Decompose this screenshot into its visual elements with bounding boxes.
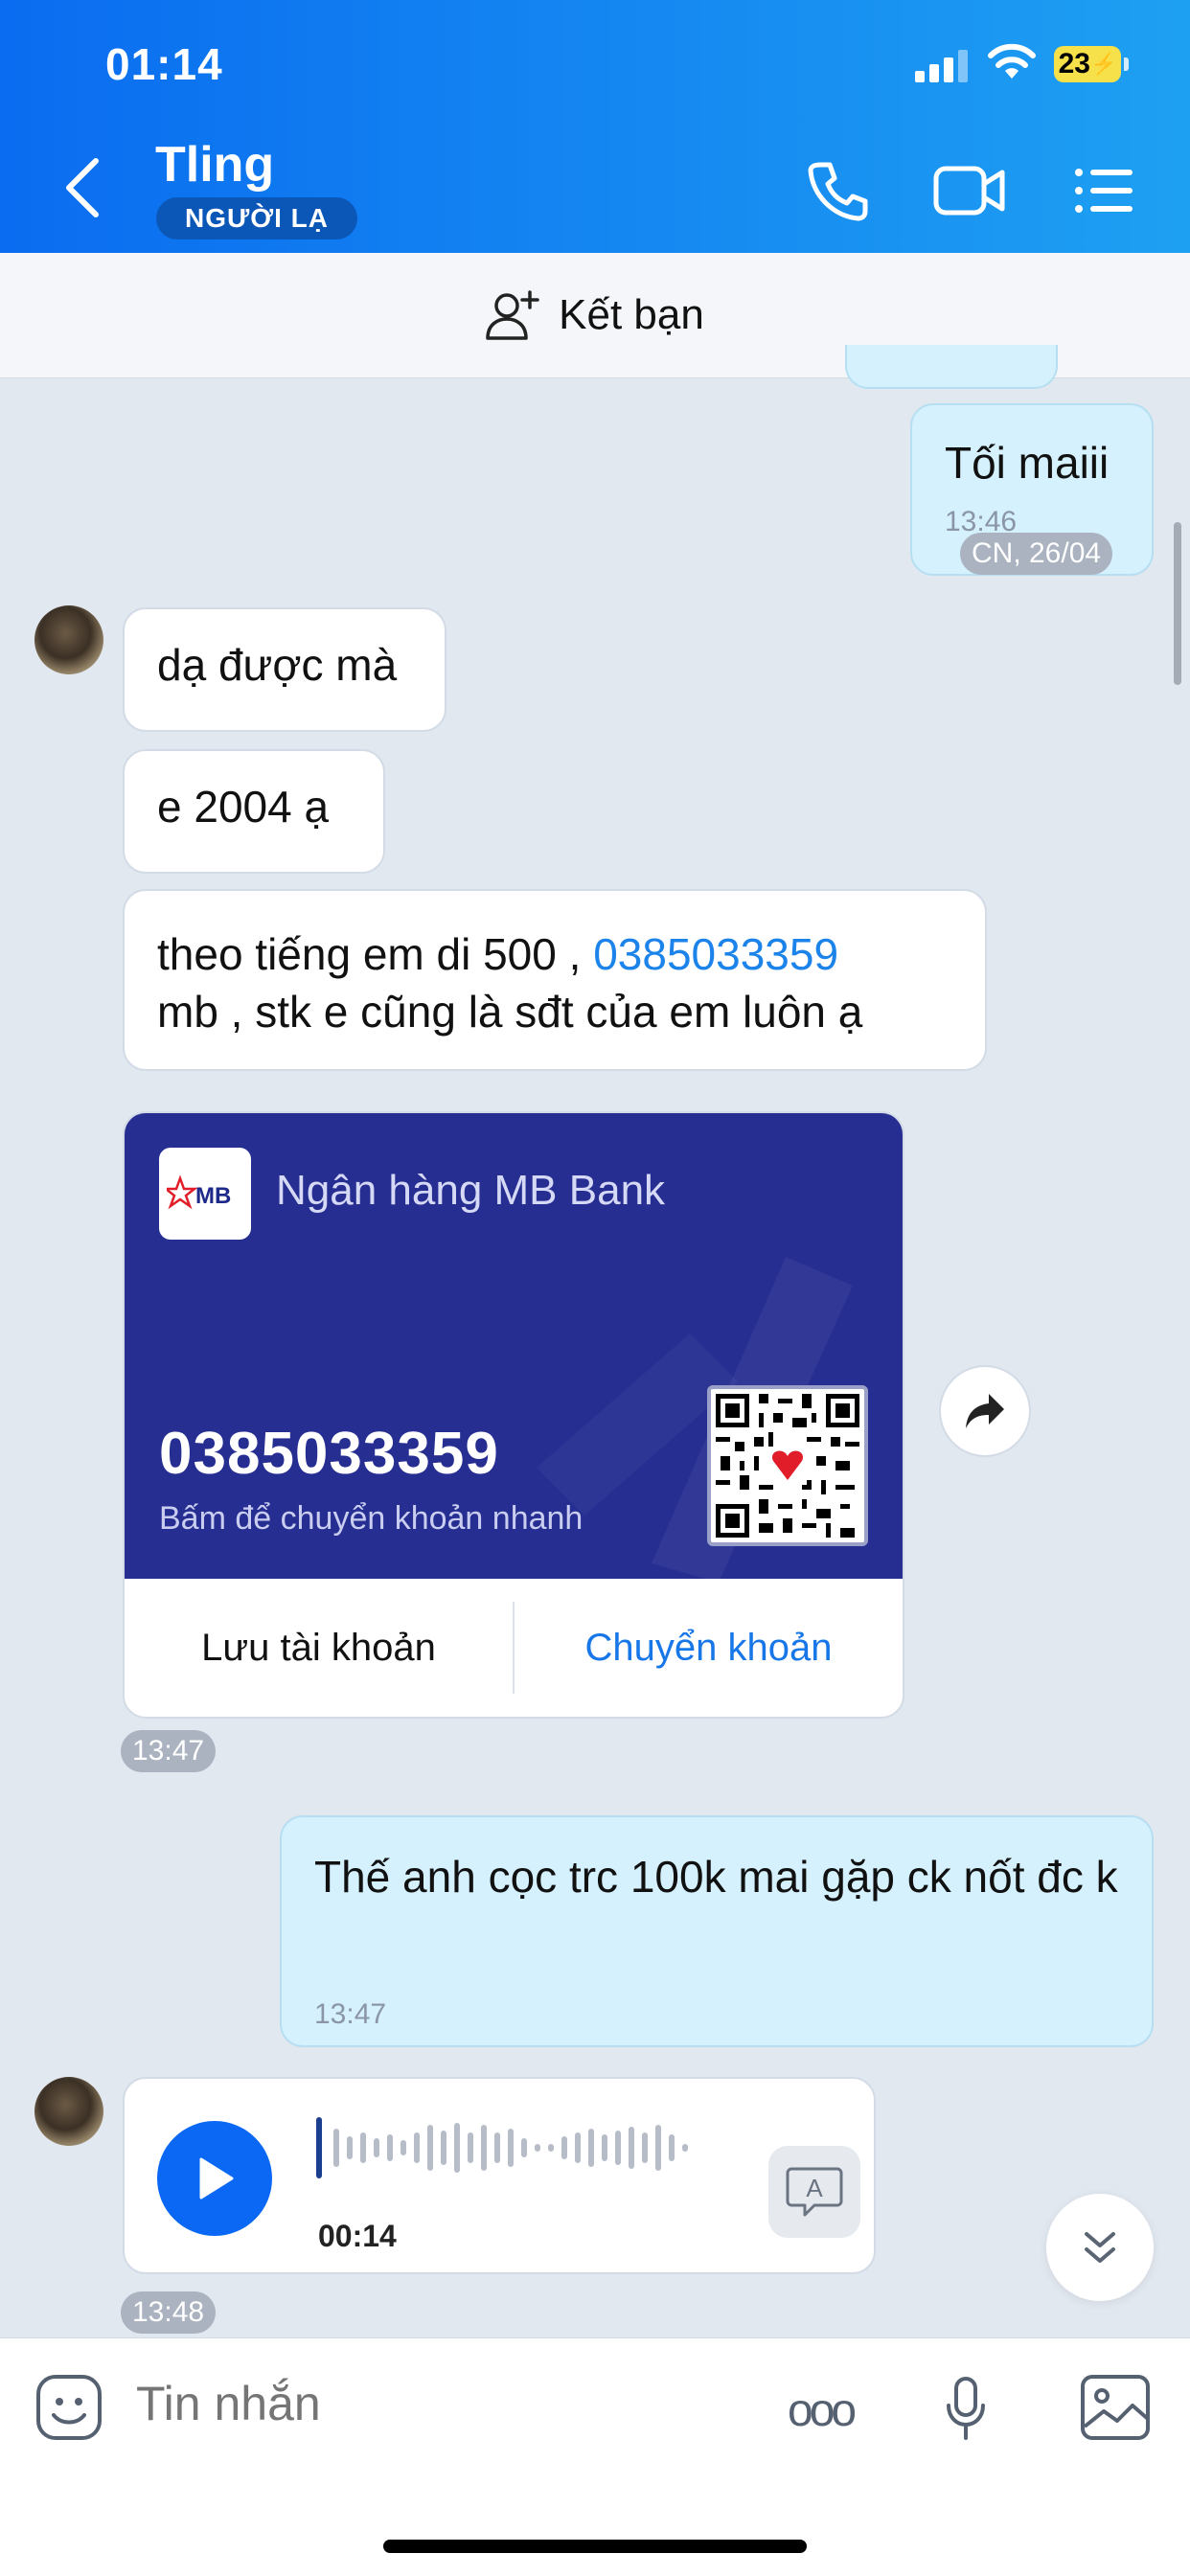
- svg-text:MB: MB: [195, 1183, 231, 1209]
- message-bubble[interactable]: theo tiếng em di 500 , 0385033359 mb , s…: [123, 889, 987, 1071]
- back-icon[interactable]: [57, 153, 109, 222]
- contact-name[interactable]: Tling: [155, 136, 274, 194]
- home-indicator: [383, 2540, 807, 2553]
- message-bubble[interactable]: Thế anh cọc trc 100k mai gặp ck nốt đc k…: [280, 1815, 1154, 2047]
- message-time: 13:48: [121, 2291, 217, 2334]
- play-button[interactable]: [157, 2121, 272, 2236]
- stranger-badge: NGƯỜI LẠ: [156, 197, 357, 239]
- status-time: 01:14: [105, 39, 223, 89]
- date-pill: CN, 26/04: [960, 533, 1113, 575]
- more-options-icon[interactable]: ooo: [788, 2384, 857, 2437]
- message-bubble[interactable]: dạ được mà: [123, 607, 446, 732]
- message-composer: ooo: [0, 2337, 1190, 2576]
- battery-tip: [1124, 57, 1129, 71]
- add-friend-label: Kết bạn: [559, 291, 704, 338]
- sticker-emoji-icon[interactable]: [34, 2373, 103, 2442]
- mb-star-icon: MB: [167, 1174, 231, 1210]
- message-text: theo tiếng em di 500 , 0385033359 mb , s…: [157, 929, 863, 1037]
- play-icon: [199, 2157, 234, 2200]
- double-chevron-down-icon: [1085, 2232, 1115, 2263]
- wifi-icon: [988, 43, 1036, 79]
- voice-duration: 00:14: [318, 2219, 397, 2253]
- phone-call-icon[interactable]: [807, 159, 870, 222]
- message-time: 13:47: [121, 1730, 217, 1772]
- scroll-to-bottom-button[interactable]: [1046, 2194, 1154, 2301]
- bank-card-header[interactable]: MB Ngân hàng MB Bank 0385033359 Bấm để c…: [125, 1113, 903, 1579]
- transcribe-button[interactable]: A: [768, 2146, 860, 2238]
- bank-card[interactable]: MB Ngân hàng MB Bank 0385033359 Bấm để c…: [123, 1111, 904, 1719]
- avatar[interactable]: [34, 605, 103, 674]
- bank-card-actions: Lưu tài khoản Chuyển khoản: [125, 1579, 903, 1717]
- transfer-button[interactable]: Chuyển khoản: [515, 1579, 903, 1717]
- microphone-icon[interactable]: [943, 2375, 989, 2444]
- add-friend-icon: [486, 290, 539, 340]
- message-time: 13:47: [314, 1998, 387, 2030]
- message-bubble[interactable]: e 2004 ạ: [123, 749, 385, 874]
- battery-indicator: 23 ⚡: [1054, 46, 1121, 82]
- phone-link[interactable]: 0385033359: [593, 929, 838, 979]
- transcribe-icon-text: A: [806, 2174, 823, 2202]
- voice-message[interactable]: 00:14 A: [123, 2077, 876, 2274]
- transcribe-icon: A: [786, 2167, 843, 2217]
- message-text: e 2004 ạ: [157, 782, 330, 832]
- qr-code-image: [716, 1394, 859, 1538]
- mb-bank-logo: MB: [159, 1148, 251, 1240]
- previous-message-bubble: [845, 345, 1058, 389]
- share-forward-button[interactable]: [939, 1365, 1031, 1457]
- account-number: 0385033359: [159, 1421, 499, 1487]
- avatar[interactable]: [34, 2077, 103, 2146]
- transfer-hint: Bấm để chuyển khoản nhanh: [159, 1500, 584, 1537]
- cellular-signal-icon: [915, 50, 968, 82]
- chat-header: 01:14 23 ⚡ Tling NGƯỜI LẠ: [0, 0, 1190, 253]
- message-input[interactable]: [134, 2375, 732, 2432]
- video-call-icon[interactable]: [933, 159, 1006, 222]
- scrollbar[interactable]: [1174, 522, 1181, 685]
- forward-arrow-icon: [966, 1394, 1004, 1428]
- message-text: Tối maiii: [945, 438, 1110, 488]
- qr-code[interactable]: [707, 1385, 868, 1546]
- audio-waveform: [316, 2117, 688, 2178]
- menu-list-icon[interactable]: [1073, 159, 1134, 222]
- message-text: dạ được mà: [157, 640, 398, 690]
- bank-name: Ngân hàng MB Bank: [276, 1167, 666, 1214]
- message-text: Thế anh cọc trc 100k mai gặp ck nốt đc k: [314, 1852, 1118, 1902]
- image-gallery-icon[interactable]: [1079, 2373, 1152, 2442]
- save-account-button[interactable]: Lưu tài khoản: [125, 1602, 515, 1694]
